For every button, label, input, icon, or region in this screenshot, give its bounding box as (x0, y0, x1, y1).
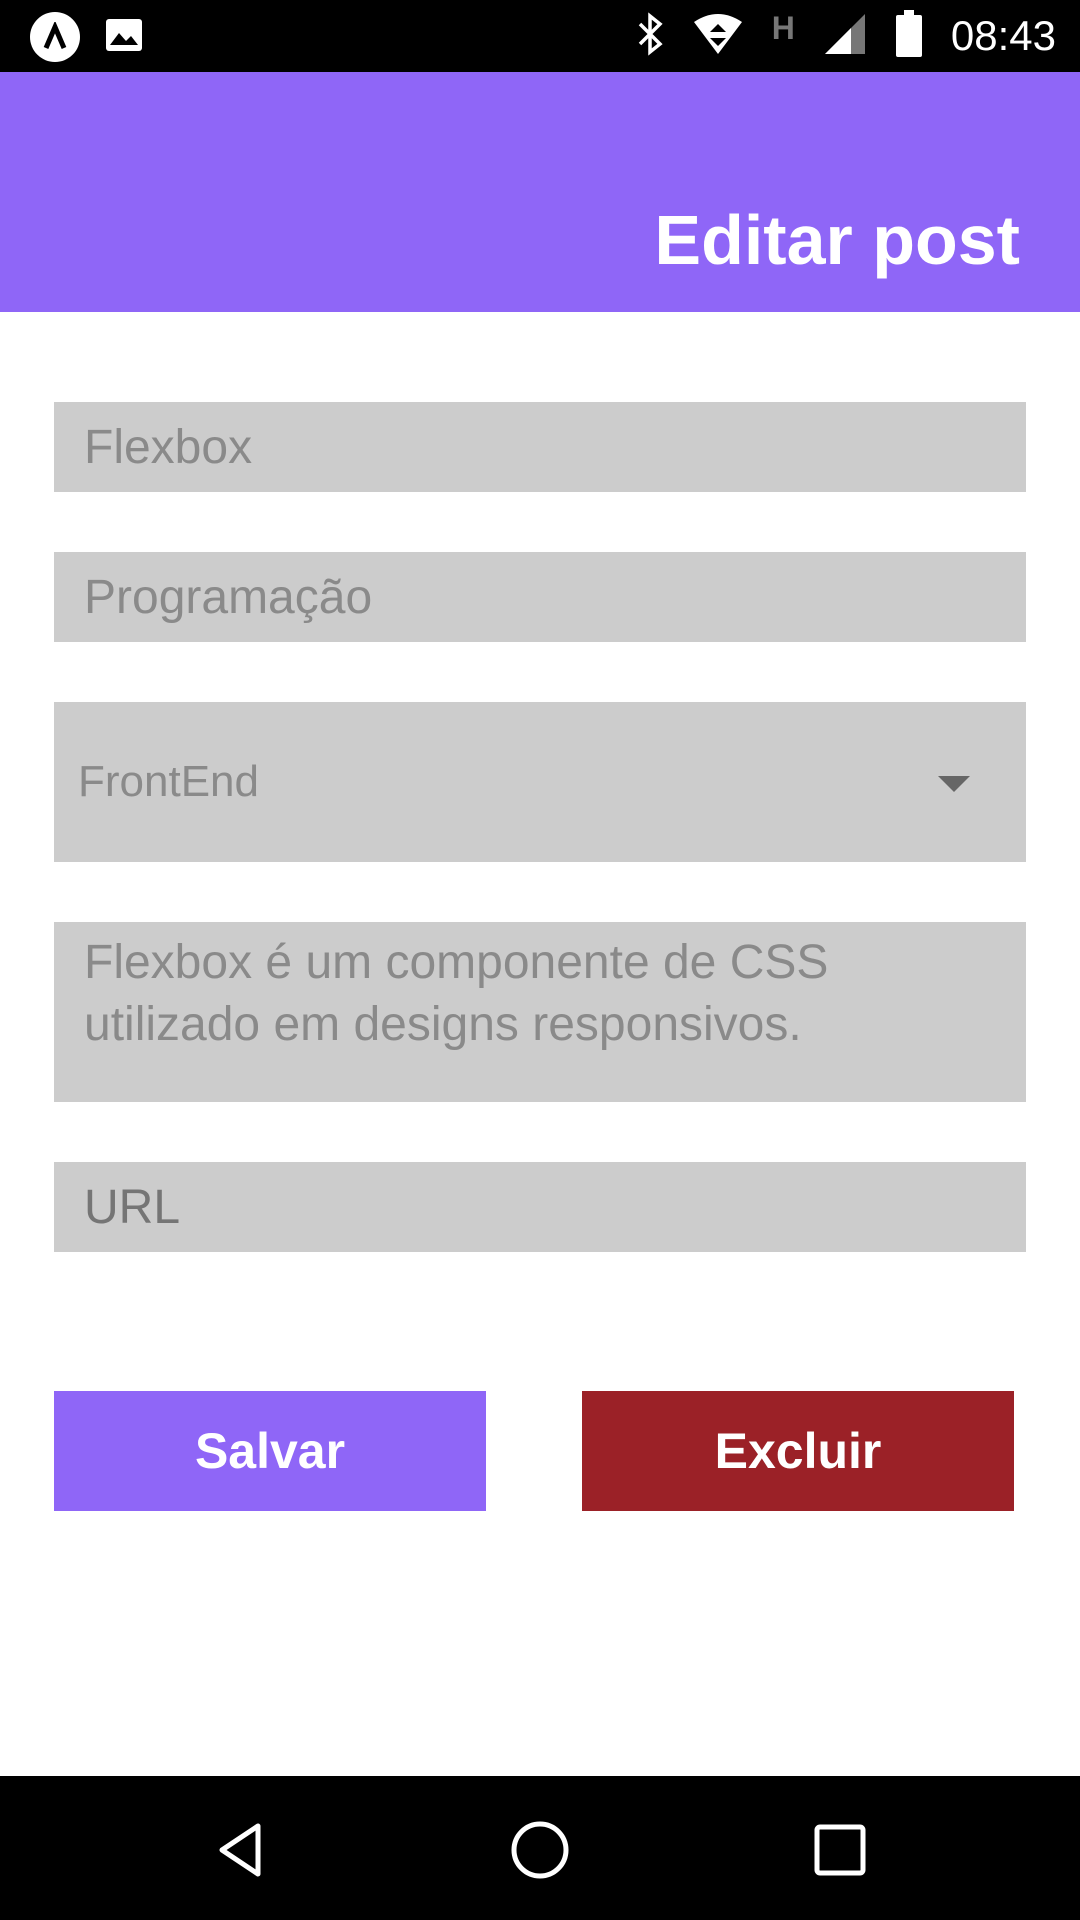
clock: 08:43 (950, 12, 1056, 59)
status-bar: H 08:43 (0, 0, 1080, 72)
network-h-icon: H (771, 9, 795, 46)
title-input[interactable] (54, 402, 1026, 492)
delete-button[interactable]: Excluir (582, 1391, 1014, 1511)
category-field[interactable] (54, 552, 1026, 642)
save-button-label: Salvar (194, 1423, 346, 1479)
description-field[interactable]: Flexbox é um componente de CSS utilizado… (54, 922, 1026, 1102)
app-header: Editar post (0, 72, 1080, 312)
image-icon (104, 15, 144, 60)
url-field[interactable] (54, 1162, 1026, 1252)
home-icon[interactable] (510, 1820, 570, 1880)
type-select[interactable]: FrontEnd (54, 702, 1026, 862)
url-input[interactable] (54, 1162, 1026, 1252)
back-icon[interactable] (212, 1820, 272, 1880)
page-title: Editar post (654, 201, 1020, 279)
title-field[interactable] (54, 402, 1026, 492)
bluetooth-icon (636, 11, 664, 61)
wifi-icon (692, 12, 744, 61)
type-select-value: FrontEnd (78, 757, 259, 806)
navigation-bar (0, 1776, 1080, 1920)
app-icon (30, 12, 80, 62)
delete-button-label: Excluir (714, 1423, 882, 1479)
chevron-down-icon (938, 776, 970, 792)
description-text: Flexbox é um componente de CSS utilizado… (84, 936, 829, 1051)
save-button[interactable]: Salvar (54, 1391, 486, 1511)
battery-icon (895, 9, 923, 63)
recents-icon[interactable] (810, 1820, 870, 1880)
signal-icon (823, 12, 867, 61)
category-input[interactable] (54, 552, 1026, 642)
